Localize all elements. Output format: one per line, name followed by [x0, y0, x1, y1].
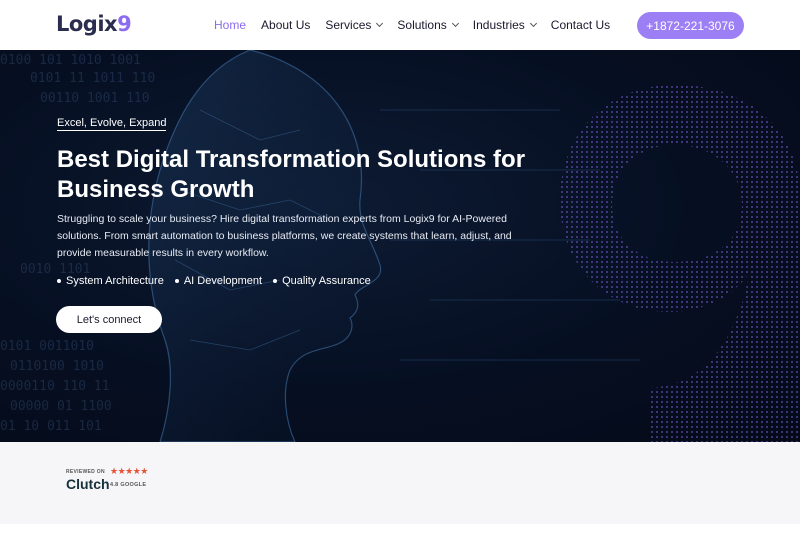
star-rating-icon: ★★★★★: [110, 466, 148, 476]
nav-home[interactable]: Home: [214, 18, 246, 32]
svg-text:0101 11 1011 110: 0101 11 1011 110: [30, 71, 155, 86]
hero-description: Struggling to scale your business? Hire …: [57, 213, 512, 259]
clutch-logo[interactable]: Clutch: [66, 476, 110, 492]
nav-industries[interactable]: Industries: [473, 18, 537, 32]
bullet-dot-icon: [57, 279, 61, 283]
bullet-dot-icon: [273, 279, 278, 283]
svg-text:0110100 1010: 0110100 1010: [10, 359, 104, 374]
chevron-down-icon: [376, 19, 384, 28]
nav-services[interactable]: Services: [325, 18, 384, 32]
svg-text:0000110 110 11: 0000110 110 11: [0, 379, 110, 394]
chevron-down-icon: [451, 19, 459, 28]
svg-text:00000 01 1100: 00000 01 1100: [10, 399, 112, 414]
chevron-down-icon: [529, 19, 537, 28]
svg-text:00110 1001 110: 00110 1001 110: [40, 91, 150, 106]
nav-solutions[interactable]: Solutions: [397, 18, 459, 32]
svg-text:01 10 011 101: 01 10 011 101: [0, 419, 102, 434]
rating-label: 4.8 GOOGLE: [110, 482, 147, 488]
main-nav: Home About Us Services Solutions Industr…: [214, 18, 625, 32]
bullet-item: AI Development: [174, 275, 262, 287]
hero-tagline: Excel, Evolve, Expand: [57, 117, 167, 131]
nav-contact-us[interactable]: Contact Us: [551, 18, 610, 32]
nav-about-us[interactable]: About Us: [261, 18, 310, 32]
reviews-strip: REVIEWED ON ★★★★★ Clutch 4.8 GOOGLE: [0, 442, 800, 524]
hero-section: 0100 101 1010 1001 0101 11 1011 110 0011…: [0, 50, 800, 442]
site-header: Logix9 Home About Us Services Solutions …: [0, 0, 800, 50]
bullet-item: System Architecture: [57, 275, 164, 287]
lets-connect-button[interactable]: Let's connect: [56, 306, 162, 333]
svg-text:0100 101 1010 1001: 0100 101 1010 1001: [0, 53, 141, 68]
bullet-item: Quality Assurance: [273, 275, 371, 287]
reviewed-on-label: REVIEWED ON: [66, 469, 105, 475]
phone-button[interactable]: +1872-221-3076: [637, 12, 744, 39]
logo[interactable]: Logix9: [56, 12, 132, 36]
bullet-dot-icon: [174, 279, 179, 283]
svg-text:0101 0011010: 0101 0011010: [0, 339, 94, 354]
hero-title: Best Digital Transformation Solutions fo…: [57, 146, 526, 203]
hero-bullets: System Architecture AI Development Quali…: [57, 275, 382, 287]
